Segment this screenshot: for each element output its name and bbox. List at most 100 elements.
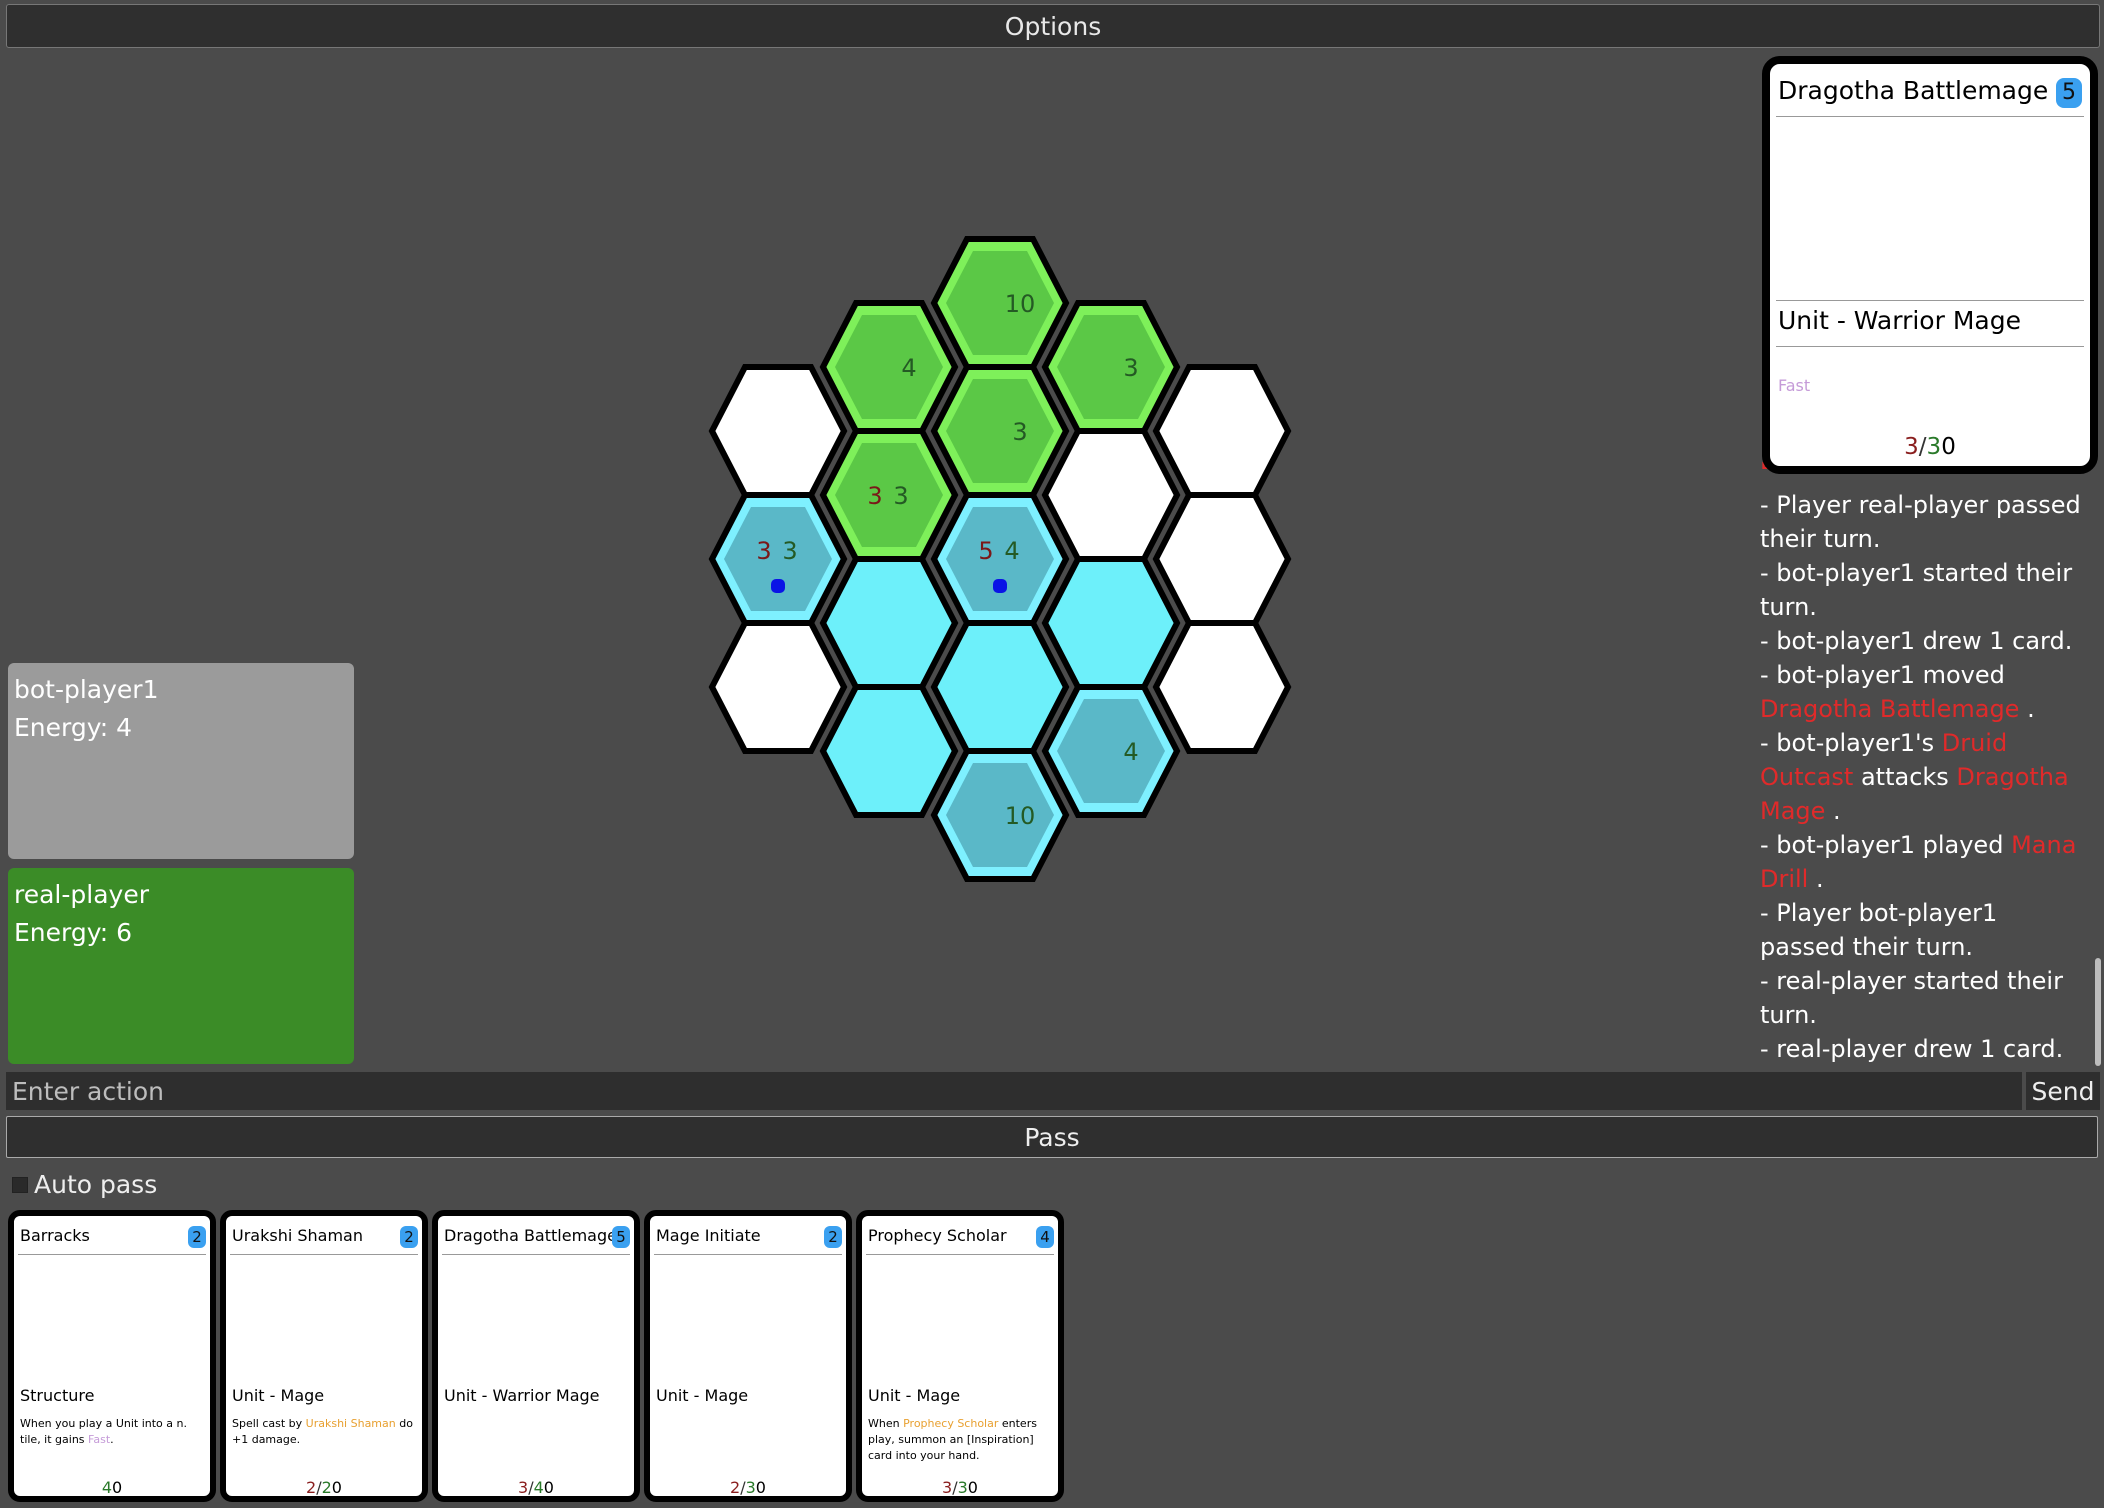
hex-tile-c5r1[interactable] (1152, 492, 1292, 626)
options-label: Options (1004, 11, 1102, 41)
send-button[interactable]: Send (2026, 1072, 2100, 1110)
unit-health: 3 (1123, 354, 1138, 382)
preview-keyword: Fast (1778, 376, 1811, 395)
log-scrollbar[interactable] (2095, 958, 2101, 1066)
hex-outline (708, 364, 848, 498)
hex-tile-c3r0[interactable]: 10 (930, 236, 1070, 370)
hand-card[interactable]: Barracks 2 Structure When you play a Unit i… (8, 1210, 216, 1502)
health-value: 2 (321, 1478, 332, 1497)
auto-pass-label: Auto pass (34, 1170, 158, 1199)
hex-tile-c2r0[interactable]: 4 (819, 300, 959, 434)
log-text: . (2019, 695, 2035, 723)
extra-value: 0 (112, 1478, 123, 1497)
health-value: 4 (101, 1478, 112, 1497)
auto-pass-toggle[interactable]: Auto pass (12, 1170, 157, 1199)
divider (1776, 346, 2084, 347)
hand-card[interactable]: Dragotha Battlemage 5 Unit - Warrior Mage 3… (432, 1210, 640, 1502)
log-text: - bot-player1 moved (1760, 661, 2005, 689)
hex-tile-c4r0[interactable]: 3 (1041, 300, 1181, 434)
log-text: - bot-player1 played (1760, 831, 2012, 859)
hex-outline (1041, 556, 1181, 690)
hex-tile-c5r0[interactable] (1152, 364, 1292, 498)
unit-attack: 3 (756, 537, 771, 565)
attack-value: 3 (942, 1478, 953, 1497)
hex-tile-c4r1[interactable] (1041, 428, 1181, 562)
attack-value: 3 (1904, 434, 1919, 460)
auto-pass-checkbox[interactable] (12, 1176, 28, 1193)
card-type: Structure (20, 1386, 95, 1405)
hex-tile-c2r1[interactable]: 33 (819, 428, 959, 562)
card-text-part: . (110, 1433, 114, 1446)
log-entry: - bot-player1 drew 1 card. (1760, 624, 2088, 658)
log-text: - real-player started their turn. (1760, 967, 2063, 1029)
hex-tile-c3r2[interactable]: 54 (930, 492, 1070, 626)
player-energy: Energy: 6 (14, 918, 132, 947)
health-value: 4 (533, 1478, 544, 1497)
hex-tile-c1r0[interactable] (708, 364, 848, 498)
hex-tile-c4r2[interactable] (1041, 556, 1181, 690)
card-name: Mage Initiate (656, 1226, 761, 1245)
card-name: Barracks (20, 1226, 90, 1245)
pass-button[interactable]: Pass (6, 1116, 2098, 1158)
hex-outline (1152, 620, 1292, 754)
unit-attack: 3 (867, 482, 882, 510)
card-stats: 2/30 (650, 1478, 846, 1497)
card-name: Urakshi Shaman (232, 1226, 363, 1245)
card-text: When you play a Unit into a n. tile, it … (20, 1416, 204, 1448)
card-type: Unit - Mage (868, 1386, 961, 1405)
hex-outline (819, 684, 959, 818)
options-button[interactable]: Options (6, 4, 2100, 48)
unit-attack: 5 (978, 537, 993, 565)
send-label: Send (2031, 1076, 2095, 1106)
hex-tile-c2r3[interactable] (819, 684, 959, 818)
log-entry: - Player bot-player1 passed their turn. (1760, 896, 2088, 964)
hex-tile-c2r2[interactable] (819, 556, 959, 690)
player-name: bot-player1 (14, 675, 159, 704)
extra-value: 0 (967, 1478, 978, 1497)
divider (18, 1254, 206, 1255)
hand-card[interactable]: Urakshi Shaman 2 Unit - Mage Spell cast by … (220, 1210, 428, 1502)
log-text: - bot-player1's (1760, 729, 1942, 757)
unit-health: 10 (1005, 802, 1036, 830)
unit-health: 10 (1005, 290, 1036, 318)
card-type: Unit - Mage (656, 1386, 749, 1405)
card-text-part: Spell cast by (232, 1417, 306, 1430)
hex-tile-c1r1[interactable]: 33 (708, 492, 848, 626)
stat-slash: / (1918, 434, 1927, 460)
log-text: - bot-player1 started their turn. (1760, 559, 2073, 621)
hand-card[interactable]: Prophecy Scholar 4 Unit - Mage When Prophec… (856, 1210, 1064, 1502)
log-text: - Player bot-player1 passed their turn. (1760, 899, 1998, 961)
game-log[interactable]: Dragotha Battlemage - Player real-player… (1758, 462, 2088, 1066)
hex-tile-c4r3[interactable]: 4 (1041, 684, 1181, 818)
log-entry: - bot-player1 started their turn. (1760, 556, 2088, 624)
card-cost-badge: 4 (1036, 1226, 1054, 1248)
player-energy: Energy: 4 (14, 713, 132, 742)
hex-outline (930, 620, 1070, 754)
hex-tile-c5r2[interactable] (1152, 620, 1292, 754)
hex-tile-c1r2[interactable] (708, 620, 848, 754)
action-input[interactable] (6, 1072, 2022, 1110)
pass-label: Pass (1024, 1122, 1080, 1152)
log-card-link[interactable]: Dragotha Battlemage (1760, 695, 2019, 723)
hex-tile-c3r1[interactable]: 3 (930, 364, 1070, 498)
hex-tile-c3r3[interactable] (930, 620, 1070, 754)
hand-card[interactable]: Mage Initiate 2 Unit - Mage 2/30 (644, 1210, 852, 1502)
health-value: 3 (1926, 434, 1942, 460)
log-text: - Player real-player passed their turn. (1760, 491, 2081, 553)
status-dot (771, 579, 785, 593)
divider (654, 1254, 842, 1255)
hex-outline (1152, 492, 1292, 626)
card-stats: 3/40 (438, 1478, 634, 1497)
health-value: 3 (745, 1478, 756, 1497)
hex-tile-c3r4[interactable]: 10 (930, 748, 1070, 882)
card-type: Unit - Warrior Mage (444, 1386, 600, 1405)
hex-outline (819, 556, 959, 690)
log-entry: - real-player started their turn. (1760, 964, 2088, 1032)
log-text: - bot-player1 drew 1 card. (1760, 627, 2073, 655)
extra-value: 0 (1941, 434, 1956, 460)
attack-value: 2 (306, 1478, 317, 1497)
hex-outline (708, 620, 848, 754)
preview-cost-badge: 5 (2056, 78, 2082, 108)
card-cost-badge: 2 (188, 1226, 206, 1248)
unit-health: 4 (1123, 738, 1138, 766)
